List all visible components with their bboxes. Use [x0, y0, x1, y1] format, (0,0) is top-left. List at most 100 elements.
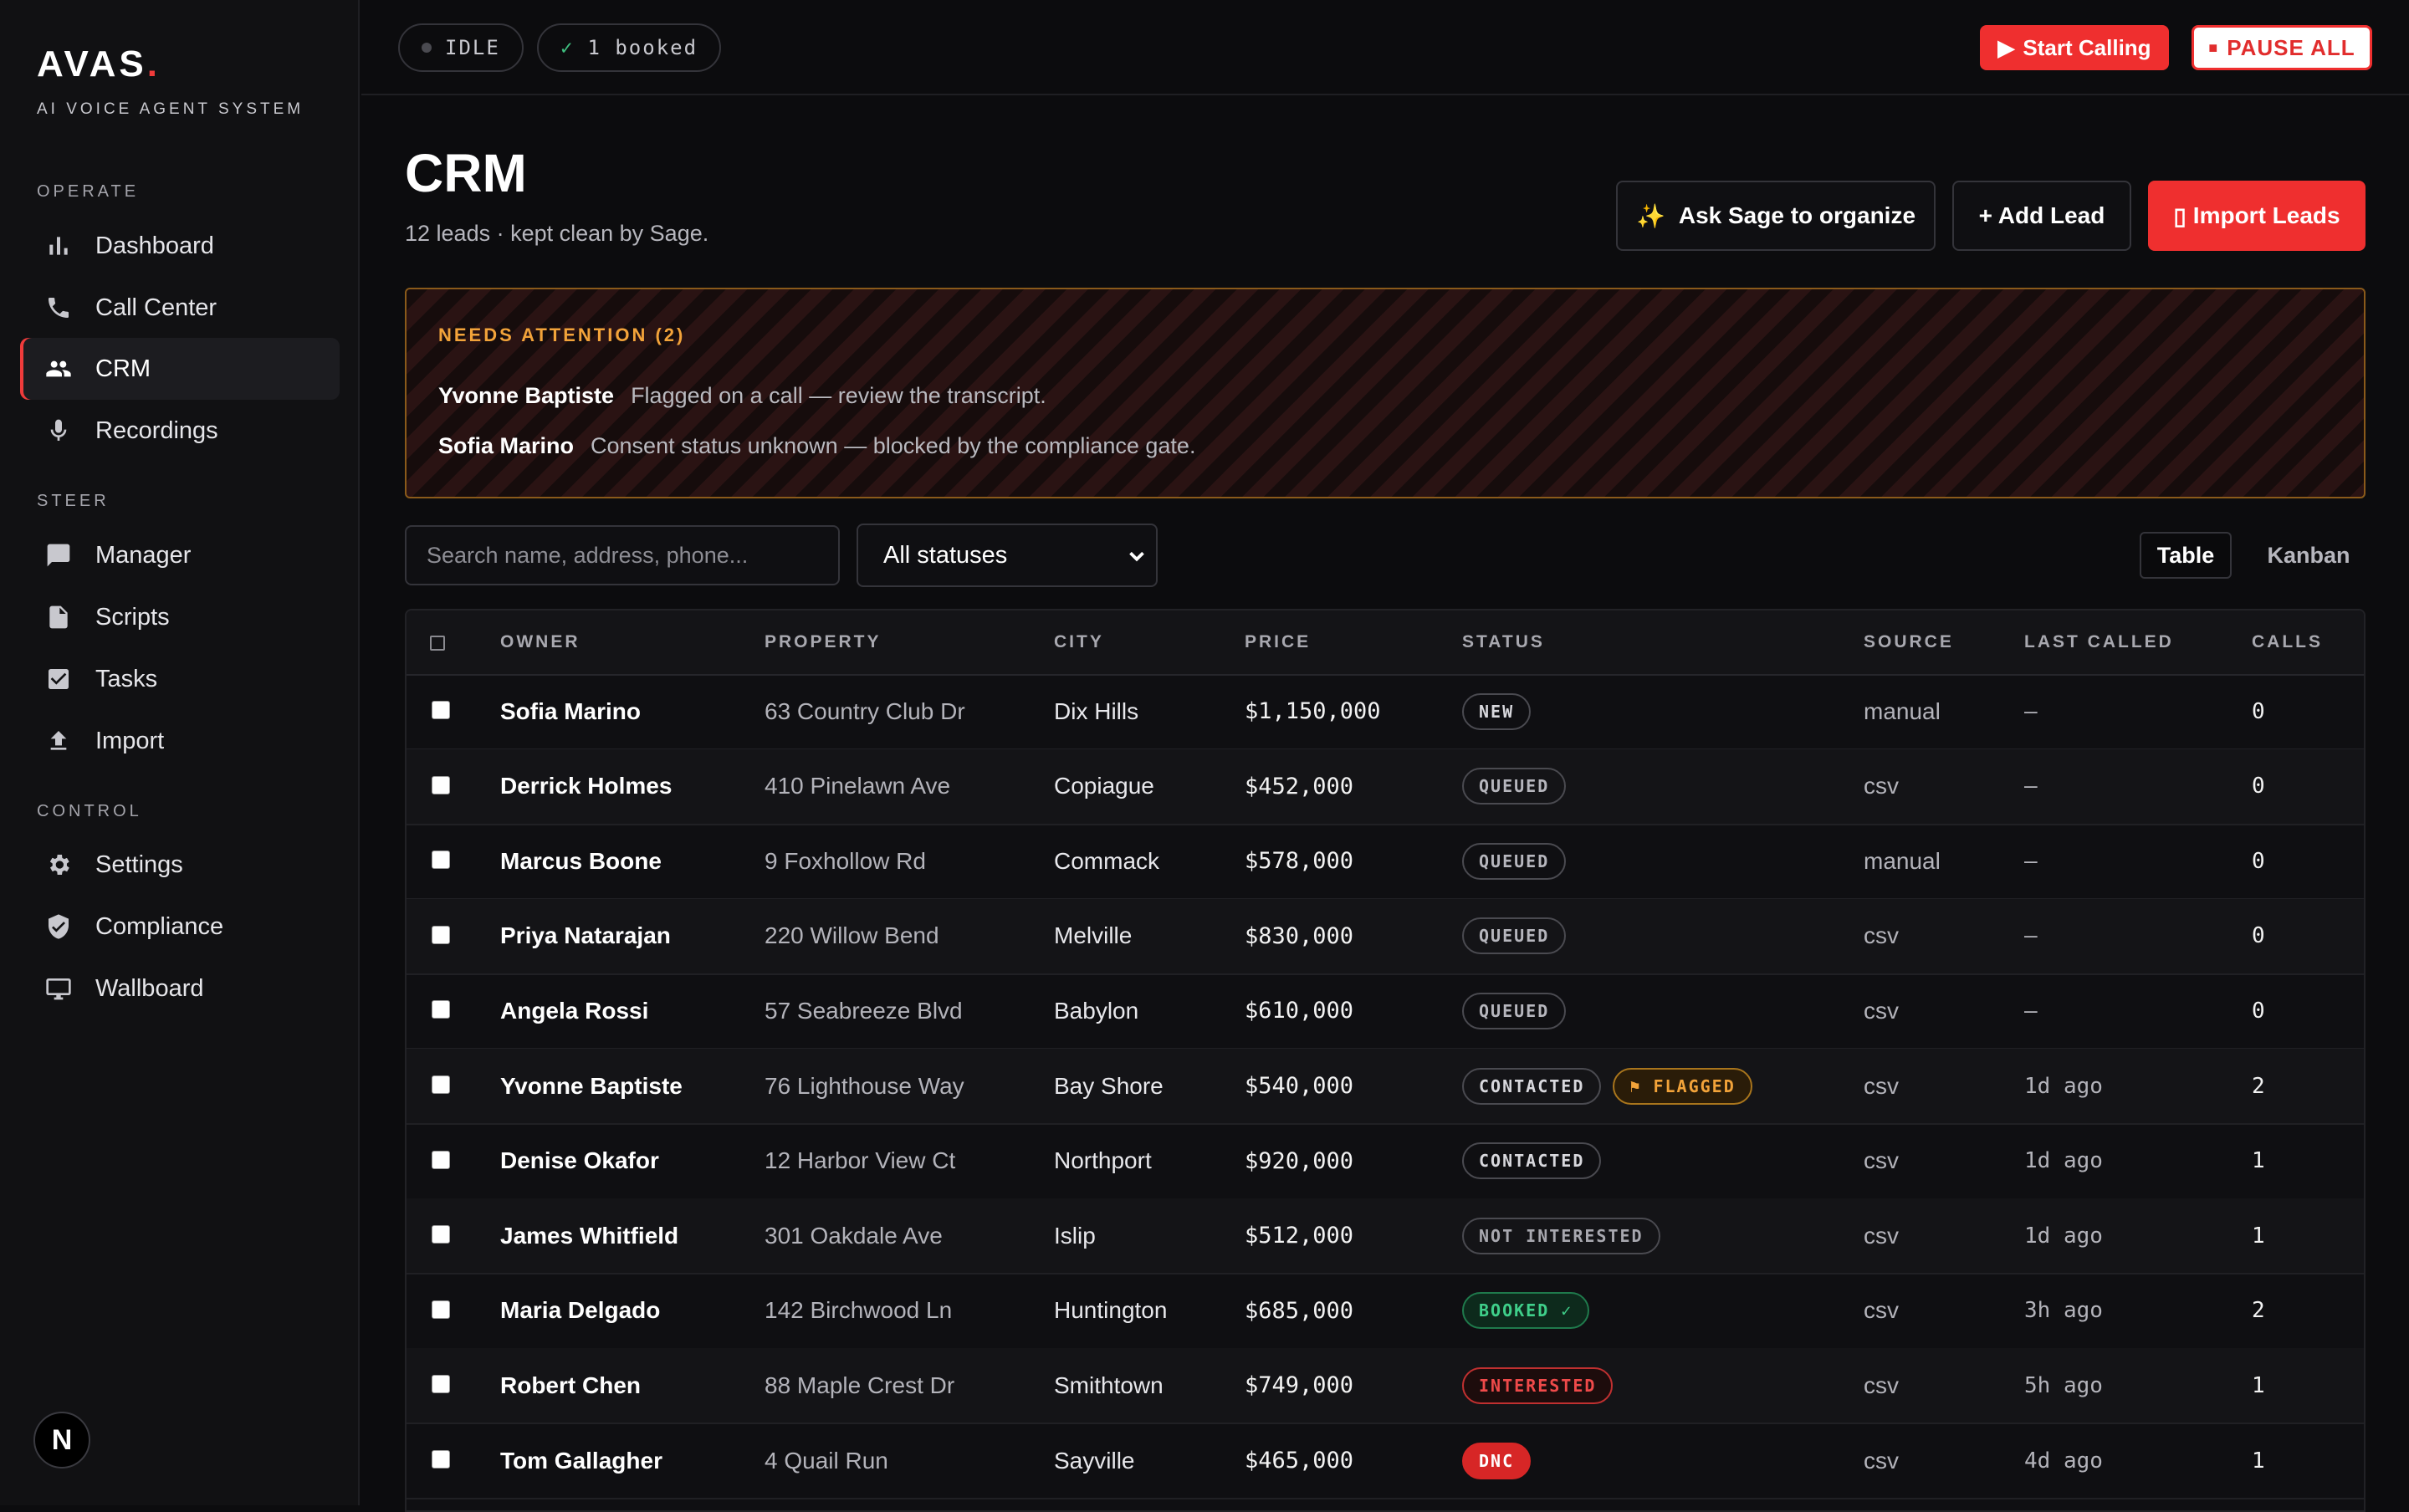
table-row[interactable]: Sofia Marino 63 Country Club Dr Dix Hills $… [407, 674, 2364, 750]
table-row[interactable]: Tom Gallagher 4 Quail Run Sayville $465,000… [407, 1423, 2364, 1499]
attention-item[interactable]: Sofia Marino Consent status unknown — blo… [438, 433, 1195, 459]
owner-name[interactable]: Sofia Marino [500, 674, 641, 748]
city-name: Islip [1054, 1222, 1096, 1249]
column-header-last-called[interactable]: LAST CALLED [2024, 632, 2174, 652]
select-all-checkbox[interactable] [430, 636, 445, 651]
row-checkbox[interactable] [432, 1150, 450, 1169]
column-header-city[interactable]: CITY [1054, 632, 1104, 652]
price-value: $830,000 [1245, 922, 1354, 949]
row-checkbox[interactable] [432, 1375, 450, 1394]
sidebar-item-dashboard[interactable]: Dashboard [20, 215, 340, 277]
source-value: csv [1864, 1222, 1899, 1249]
sidebar-item-label: Settings [95, 850, 183, 878]
import-leads-button[interactable]: ▯ Import Leads [2148, 181, 2366, 251]
price-value: $610,000 [1245, 998, 1354, 1024]
city-name: Melville [1054, 922, 1133, 949]
view-kanban-toggle[interactable]: Kanban [2258, 532, 2359, 579]
owner-name[interactable]: Maria Delgado [500, 1274, 660, 1348]
column-header-calls[interactable]: CALLS [2252, 632, 2323, 652]
status-cell: DNC [1462, 1423, 1532, 1498]
attention-item[interactable]: Yvonne Baptiste Flagged on a call — revie… [438, 383, 1046, 409]
status-cell: QUEUED [1462, 899, 1567, 973]
page-subtitle: 12 leads · kept clean by Sage. [405, 221, 709, 246]
start-calling-button[interactable]: ▶ Start Calling [1980, 25, 2169, 70]
document-icon [42, 600, 75, 634]
owner-name[interactable]: Marcus Boone [500, 824, 662, 898]
row-checkbox[interactable] [432, 775, 450, 794]
source-value: manual [1864, 847, 1941, 874]
column-header-status[interactable]: STATUS [1462, 632, 1545, 652]
status-badge: BOOKED ✓ [1462, 1292, 1590, 1330]
sidebar-item-manager[interactable]: Manager [20, 524, 340, 586]
property-address: 88 Maple Crest Dr [765, 1372, 955, 1398]
price-value: $578,000 [1245, 848, 1354, 875]
row-checkbox[interactable] [432, 701, 450, 719]
row-checkbox[interactable] [432, 850, 450, 870]
flagged-badge: ⚑ FLAGGED [1613, 1067, 1752, 1105]
row-checkbox[interactable] [432, 925, 450, 944]
needs-attention-title: NEEDS ATTENTION (2) [438, 324, 686, 345]
owner-name[interactable]: Yvonne Baptiste [500, 1049, 683, 1123]
owner-name[interactable]: Derrick Holmes [500, 749, 672, 824]
column-header-owner[interactable]: OWNER [500, 632, 581, 652]
column-header-source[interactable]: SOURCE [1864, 632, 1954, 652]
city-name: Bay Shore [1054, 1072, 1164, 1099]
upload-icon [42, 724, 75, 758]
owner-name[interactable]: Robert Chen [500, 1348, 641, 1423]
attention-lead-name: Sofia Marino [438, 433, 575, 458]
pause-all-button[interactable]: ■ PAUSE ALL [2192, 25, 2372, 70]
sidebar-item-scripts[interactable]: Scripts [20, 586, 340, 648]
table-row[interactable]: Marcus Boone 9 Foxhollow Rd Commack $578,00… [407, 824, 2364, 901]
attention-lead-name: Yvonne Baptiste [438, 383, 615, 408]
sidebar-item-tasks[interactable]: Tasks [20, 648, 340, 710]
row-checkbox[interactable] [432, 1075, 450, 1094]
city-name: Sayville [1054, 1447, 1135, 1474]
sidebar-item-label: CRM [95, 355, 151, 382]
sidebar-item-recordings[interactable]: Recordings [20, 400, 340, 462]
booked-count-pill: ✓ 1 booked [537, 23, 722, 72]
status-badge: QUEUED [1462, 992, 1567, 1029]
table-row[interactable]: Robert Chen 88 Maple Crest Dr Smithtown $74… [407, 1348, 2364, 1425]
column-header-property[interactable]: PROPERTY [765, 632, 882, 652]
sidebar-item-compliance[interactable]: Compliance [20, 896, 340, 958]
row-checkbox[interactable] [432, 1450, 450, 1469]
sidebar-item-label: Scripts [95, 603, 170, 631]
sidebar-item-settings[interactable]: Settings [20, 834, 340, 896]
owner-name[interactable]: Angela Rossi [500, 973, 648, 1048]
row-checkbox[interactable] [432, 1225, 450, 1244]
table-row[interactable]: Derrick Holmes 410 Pinelawn Ave Copiague $4… [407, 748, 2364, 825]
sidebar-item-call-center[interactable]: Call Center [20, 277, 340, 339]
owner-name[interactable]: Denise Okafor [500, 1124, 659, 1198]
status-filter-select[interactable]: All statuses [857, 524, 1158, 587]
status-badge: CONTACTED [1462, 1142, 1602, 1180]
table-row[interactable]: Denise Okafor 12 Harbor View Ct Northport $… [407, 1124, 2364, 1200]
owner-name[interactable]: James Whitfield [500, 1198, 678, 1273]
row-checkbox[interactable] [432, 1000, 450, 1019]
search-input[interactable] [405, 525, 840, 585]
calls-count: 0 [2252, 698, 2265, 724]
table-row[interactable]: Angela Rossi 57 Seabreeze Blvd Babylon $610… [407, 973, 2364, 1050]
owner-name[interactable]: Priya Natarajan [500, 899, 671, 973]
status-badge: NEW [1462, 692, 1532, 730]
ask-sage-button[interactable]: ✨ Ask Sage to organize [1616, 181, 1936, 251]
booked-count-text: 1 booked [587, 36, 698, 59]
app-logo[interactable]: AVAS. [37, 43, 161, 85]
row-checkbox[interactable] [432, 1300, 450, 1319]
owner-name[interactable]: Tom Gallagher [500, 1423, 662, 1498]
column-header-price[interactable]: PRICE [1245, 632, 1311, 652]
sidebar-item-crm[interactable]: CRM [20, 338, 340, 400]
calls-count: 0 [2252, 923, 2265, 949]
sidebar-item-label: Tasks [95, 665, 158, 692]
start-calling-label: Start Calling [2023, 34, 2151, 60]
table-row[interactable]: Priya Natarajan 220 Willow Bend Melville $8… [407, 898, 2364, 975]
table-row[interactable]: Yvonne Baptiste 76 Lighthouse Way Bay Shor… [407, 1049, 2364, 1125]
sidebar-item-import[interactable]: Import [20, 710, 340, 772]
status-filter-value: All statuses [883, 541, 1008, 569]
view-table-toggle[interactable]: Table [2140, 532, 2232, 579]
dev-tools-badge[interactable]: N [33, 1412, 90, 1469]
table-row[interactable]: James Whitfield 301 Oakdale Ave Islip $512,… [407, 1198, 2364, 1275]
add-lead-button[interactable]: + Add Lead [1952, 181, 2131, 251]
status-badge: QUEUED [1462, 842, 1567, 880]
sidebar-item-wallboard[interactable]: Wallboard [20, 958, 340, 1019]
table-row[interactable]: Maria Delgado 142 Birchwood Ln Huntington $… [407, 1274, 2364, 1350]
